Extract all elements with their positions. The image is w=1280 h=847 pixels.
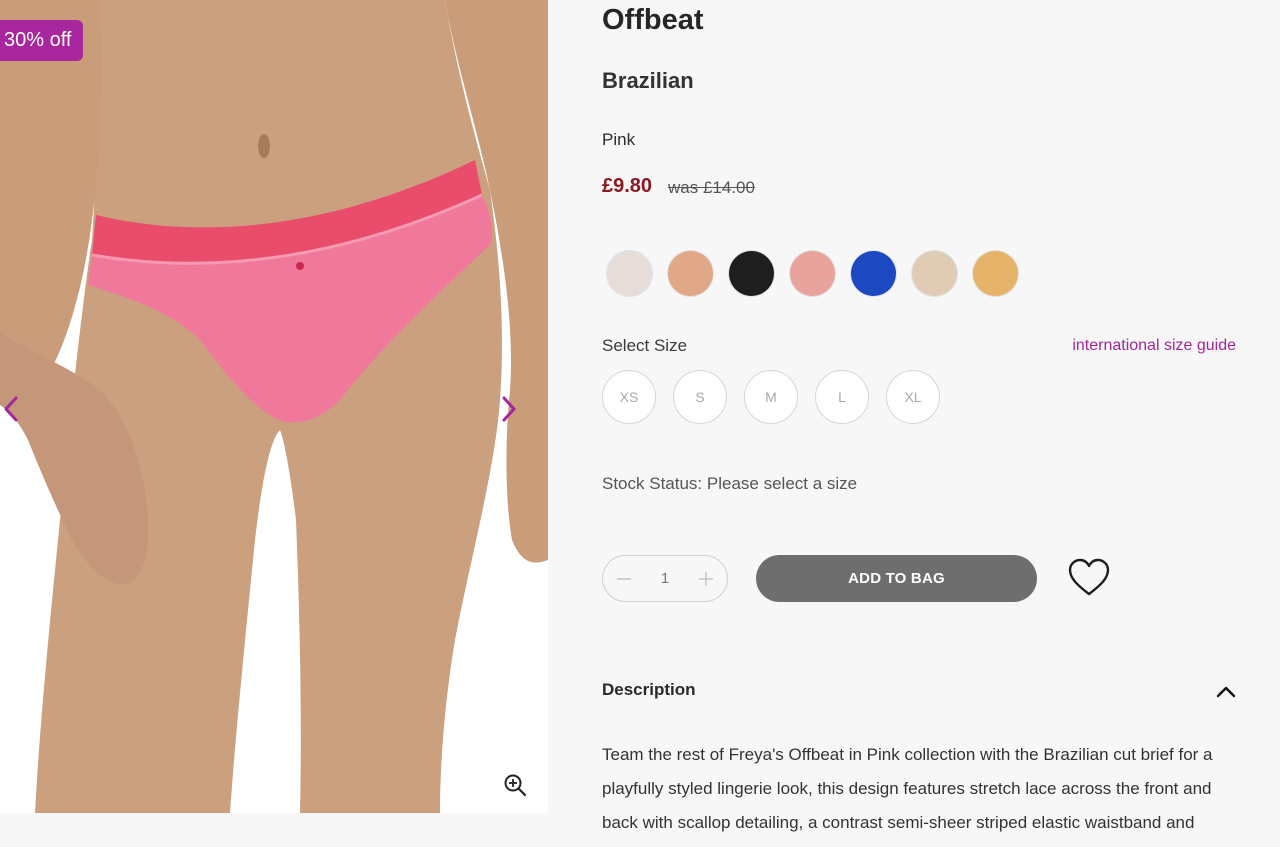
swatch-gold-lace[interactable] [973, 251, 1018, 296]
minus-icon [617, 577, 631, 580]
size-option-s[interactable]: S [673, 370, 727, 424]
heart-icon[interactable] [1067, 558, 1111, 598]
quantity-increase-button[interactable] [697, 570, 715, 588]
product-style: Brazilian [602, 68, 694, 93]
quantity-stepper: 1 [602, 555, 728, 602]
chevron-right-icon [502, 396, 516, 422]
product-brand: Offbeat [602, 4, 704, 36]
add-to-bag-button[interactable]: ADD TO BAG [756, 555, 1037, 602]
swatch-pink-lace[interactable] [790, 251, 835, 296]
product-colour: Pink [602, 130, 636, 149]
description-title: Description [602, 680, 696, 699]
description-line: playfully styled lingerie look, this des… [602, 779, 1212, 798]
swatch-cream-lace[interactable] [912, 251, 957, 296]
discount-badge: 30% off [0, 20, 84, 61]
quantity-decrease-button[interactable] [615, 570, 633, 588]
description-line: Team the rest of Freya's Offbeat in Pink… [602, 745, 1213, 764]
product-photo [0, 0, 548, 813]
swatch-blue-lace[interactable] [851, 251, 896, 296]
size-guide-link[interactable]: international size guide [1072, 337, 1236, 355]
product-gallery: 30% off [0, 0, 548, 813]
chevron-left-icon [4, 396, 18, 422]
zoom-in-icon[interactable] [503, 773, 527, 797]
prev-image-button[interactable] [0, 394, 24, 424]
was-price: was £14.00 [668, 178, 755, 197]
sale-price: £9.80 [602, 175, 653, 197]
size-option-xl[interactable]: XL [886, 370, 940, 424]
chevron-up-icon [1216, 686, 1236, 698]
size-options: XS S M L XL [602, 370, 940, 424]
swatch-white-lace[interactable] [607, 251, 652, 296]
swatch-nude-lace[interactable] [668, 251, 713, 296]
stock-status: Stock Status: Please select a size [602, 474, 858, 493]
quantity-value[interactable]: 1 [661, 570, 669, 587]
description-text: Team the rest of Freya's Offbeat in Pink… [602, 738, 1238, 840]
size-option-xs[interactable]: XS [602, 370, 656, 424]
plus-icon [699, 571, 713, 586]
select-size-label: Select Size [602, 336, 688, 355]
swatch-black-lace[interactable] [729, 251, 774, 296]
size-option-l[interactable]: L [815, 370, 869, 424]
description-toggle[interactable]: Description [602, 680, 1238, 704]
size-option-m[interactable]: M [744, 370, 798, 424]
next-image-button[interactable] [496, 394, 520, 424]
colour-swatches [607, 251, 1018, 296]
description-line: back with scallop detailing, a contrast … [602, 813, 1195, 832]
